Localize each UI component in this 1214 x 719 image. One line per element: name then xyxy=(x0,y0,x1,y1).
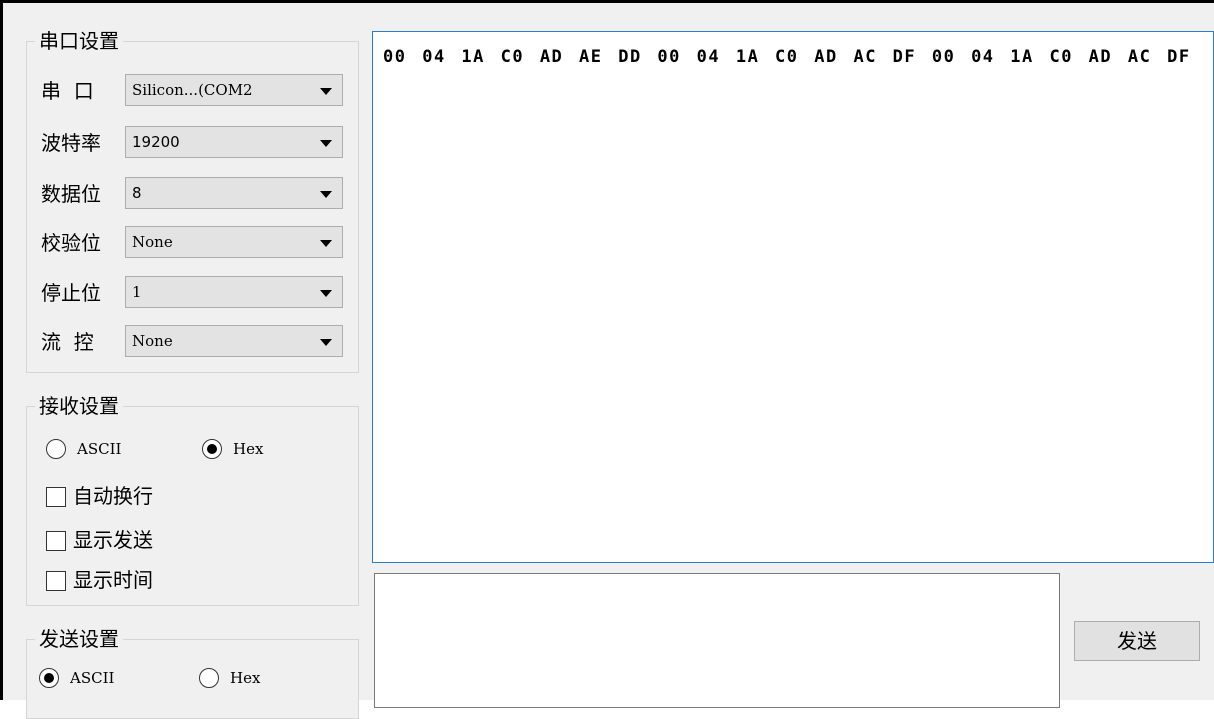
show-time-checkbox[interactable] xyxy=(46,571,66,591)
parity-value: None xyxy=(132,233,173,251)
send-hex-label: Hex xyxy=(230,669,261,687)
baud-select[interactable]: 19200 xyxy=(125,126,343,158)
receive-settings-group: 接收设置 ASCII Hex 自动换行 显示发送 显示时间 xyxy=(26,393,359,606)
chevron-down-icon xyxy=(320,140,332,147)
baud-value: 19200 xyxy=(132,133,180,151)
show-time-label: 显示时间 xyxy=(73,568,153,592)
port-select[interactable]: Silicon...(COM2 xyxy=(125,74,343,106)
receive-content: 00 04 1A C0 AD AE DD 00 04 1A C0 AD AC D… xyxy=(383,47,1191,67)
send-ascii-radio[interactable] xyxy=(39,668,59,688)
flowcontrol-label: 流 控 xyxy=(41,330,94,354)
chevron-down-icon xyxy=(320,339,332,346)
auto-wrap-label: 自动换行 xyxy=(73,484,153,508)
port-value: Silicon...(COM2 xyxy=(132,81,253,99)
send-ascii-label: ASCII xyxy=(70,669,115,687)
send-settings-group: 发送设置 ASCII Hex xyxy=(26,626,359,719)
chevron-down-icon xyxy=(320,88,332,95)
receive-textarea[interactable]: 00 04 1A C0 AD AE DD 00 04 1A C0 AD AC D… xyxy=(372,31,1214,563)
show-send-checkbox[interactable] xyxy=(46,531,66,551)
flowcontrol-value: None xyxy=(132,332,173,350)
receive-settings-title: 接收设置 xyxy=(35,393,123,419)
receive-hex-label: Hex xyxy=(233,440,264,458)
stopbits-value: 1 xyxy=(132,283,142,301)
auto-wrap-checkbox[interactable] xyxy=(46,487,66,507)
chevron-down-icon xyxy=(320,290,332,297)
chevron-down-icon xyxy=(320,240,332,247)
receive-ascii-radio[interactable] xyxy=(46,439,66,459)
databits-label: 数据位 xyxy=(41,182,101,206)
show-send-label: 显示发送 xyxy=(73,528,153,552)
parity-label: 校验位 xyxy=(41,231,101,255)
port-label: 串 口 xyxy=(41,79,94,103)
parity-select[interactable]: None xyxy=(125,226,343,258)
send-textarea[interactable] xyxy=(374,573,1060,708)
stopbits-select[interactable]: 1 xyxy=(125,276,343,308)
flowcontrol-select[interactable]: None xyxy=(125,325,343,357)
stopbits-label: 停止位 xyxy=(41,281,101,305)
baud-label: 波特率 xyxy=(41,131,101,155)
receive-hex-radio[interactable] xyxy=(202,439,222,459)
send-settings-title: 发送设置 xyxy=(35,626,123,652)
databits-value: 8 xyxy=(132,184,142,202)
serial-settings-group: 串口设置 串 口 Silicon...(COM2 波特率 19200 数据位 8… xyxy=(26,28,359,373)
send-hex-radio[interactable] xyxy=(199,668,219,688)
app-window: 串口设置 串 口 Silicon...(COM2 波特率 19200 数据位 8… xyxy=(0,0,1214,719)
databits-select[interactable]: 8 xyxy=(125,177,343,209)
serial-settings-title: 串口设置 xyxy=(35,28,123,54)
chevron-down-icon xyxy=(320,191,332,198)
send-button[interactable]: 发送 xyxy=(1074,621,1200,661)
receive-ascii-label: ASCII xyxy=(77,440,122,458)
